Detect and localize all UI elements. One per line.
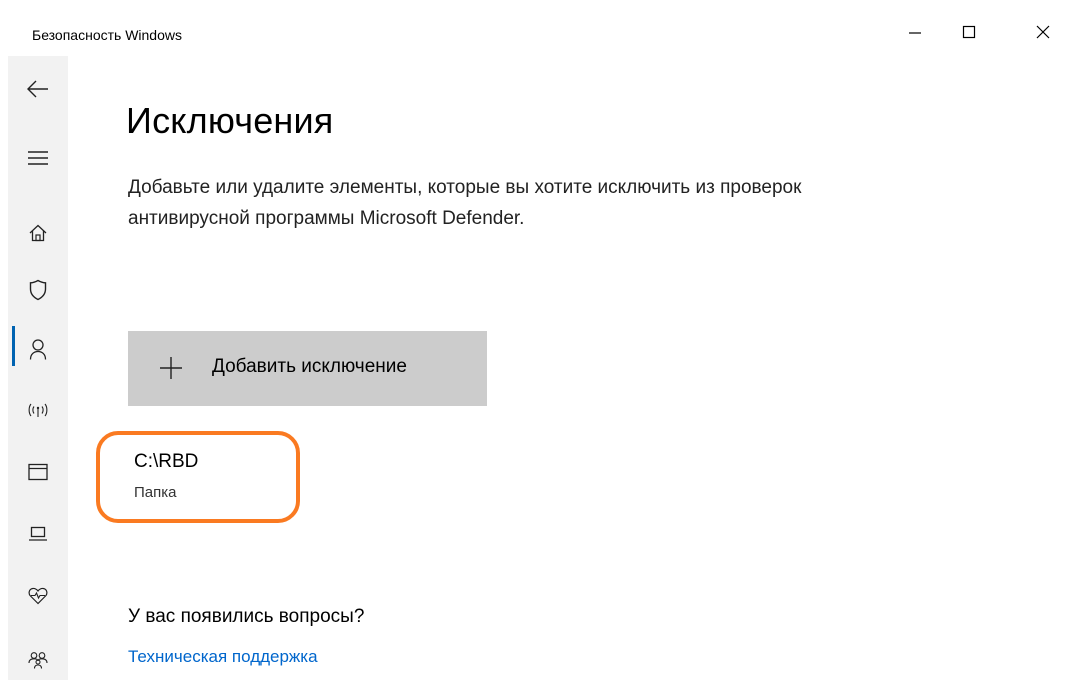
tech-support-link[interactable]: Техническая поддержка: [128, 647, 318, 667]
back-button[interactable]: [8, 65, 68, 113]
heart-health-icon: [28, 587, 48, 605]
nav-rail: [8, 56, 68, 680]
close-icon: [1036, 25, 1050, 39]
app-browser-icon: [28, 463, 48, 481]
hamburger-menu-icon: [28, 151, 48, 165]
laptop-icon: [29, 526, 47, 541]
nav-item-firewall-network[interactable]: [8, 386, 68, 434]
minimize-button[interactable]: [892, 16, 938, 48]
maximize-button[interactable]: [946, 16, 992, 48]
close-button[interactable]: [1020, 16, 1065, 48]
exclusion-path: C:\RBD: [134, 451, 199, 472]
highlight-outline: [96, 431, 300, 523]
person-icon: [29, 339, 47, 360]
nav-item-home[interactable]: [8, 209, 68, 257]
home-icon: [29, 224, 47, 242]
menu-button[interactable]: [8, 134, 68, 182]
exclusion-type: Папка: [134, 484, 177, 501]
nav-item-app-browser-control[interactable]: [8, 448, 68, 496]
nav-item-device-security[interactable]: [8, 510, 68, 558]
maximize-icon: [962, 25, 976, 39]
family-icon: [28, 652, 48, 669]
page-title: Исключения: [126, 100, 334, 141]
questions-heading: У вас появились вопросы?: [128, 606, 365, 627]
page-description: Добавьте или удалите элементы, которые в…: [128, 177, 802, 229]
back-icon: [27, 80, 48, 98]
exclusion-list-item[interactable]: C:\RBD Папка: [96, 431, 300, 523]
add-exclusion-button[interactable]: Добавить исключение: [128, 331, 487, 406]
nav-item-device-health[interactable]: [8, 572, 68, 620]
minimize-icon: [909, 32, 921, 34]
shield-icon: [29, 279, 47, 301]
add-exclusion-label: Добавить исключение: [212, 356, 407, 377]
title-bar: Безопасность Windows: [0, 0, 1065, 56]
nav-item-account[interactable]: [8, 326, 68, 374]
wireless-signal-icon: [28, 403, 48, 417]
plus-icon: [160, 357, 182, 379]
nav-item-family-options[interactable]: [8, 636, 68, 680]
nav-item-virus-protection[interactable]: [8, 266, 68, 314]
app-title: Безопасность Windows: [32, 27, 182, 43]
